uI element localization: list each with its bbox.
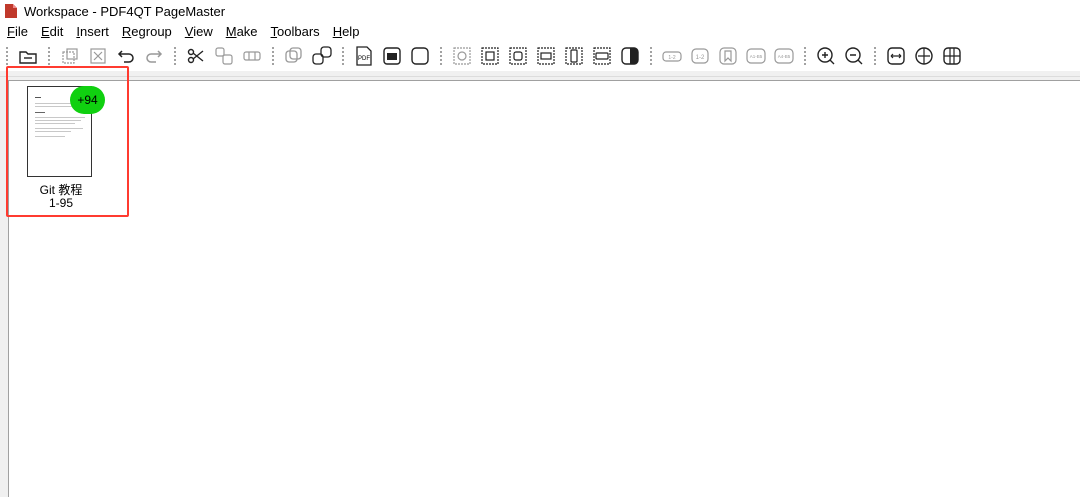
size-label-a: A1-B5 <box>750 54 763 59</box>
ungroup-icon[interactable] <box>311 45 333 67</box>
remove-selection-icon[interactable] <box>87 45 109 67</box>
window-title: Workspace - PDF4QT PageMaster <box>24 3 226 19</box>
menu-label: ake <box>236 24 258 39</box>
menu-mnemonic: V <box>184 24 194 39</box>
select-portrait-icon[interactable] <box>563 45 585 67</box>
menu-mnemonic: M <box>225 24 237 39</box>
menu-label: iew <box>193 24 213 39</box>
select-all-icon[interactable] <box>479 45 501 67</box>
cut-icon[interactable] <box>185 45 207 67</box>
zoom-out-icon[interactable] <box>843 45 865 67</box>
redo-icon[interactable] <box>143 45 165 67</box>
menu-file[interactable]: File <box>7 24 28 39</box>
selection-highlight <box>6 66 129 217</box>
menu-view[interactable]: View <box>185 24 213 39</box>
replace-selection-icon[interactable] <box>241 45 263 67</box>
menu-label: elp <box>342 24 360 39</box>
open-document-icon[interactable] <box>17 45 39 67</box>
menu-mnemonic: F <box>7 24 15 39</box>
menu-mnemonic: H <box>332 24 343 39</box>
menu-label: oolbars <box>277 24 320 39</box>
toolbar-grip[interactable] <box>649 46 653 66</box>
arrange-pages-icon[interactable]: 1-2 <box>661 45 683 67</box>
select-landscape-icon[interactable] <box>591 45 613 67</box>
menu-label: egroup <box>131 24 172 39</box>
rotate-left-icon[interactable] <box>885 45 907 67</box>
rotate-right-icon[interactable] <box>913 45 935 67</box>
undo-icon[interactable] <box>115 45 137 67</box>
svg-text:1-2: 1-2 <box>668 55 675 61</box>
workspace-area[interactable] <box>8 80 1080 497</box>
title-bar: Workspace - PDF4QT PageMaster <box>0 0 1080 22</box>
menu-mnemonic: E <box>40 24 50 39</box>
page-size-icon[interactable]: A1-B5 <box>745 45 767 67</box>
toolbar-grip[interactable] <box>803 46 807 66</box>
toolbar-grip[interactable] <box>5 46 9 66</box>
range-label: 1-2 <box>696 55 705 61</box>
toolbar-grip[interactable] <box>341 46 345 66</box>
svg-text:PDF: PDF <box>358 56 370 62</box>
menu-toolbars[interactable]: Toolbars <box>271 24 320 39</box>
menu-insert[interactable]: Insert <box>76 24 109 39</box>
menu-mnemonic: R <box>121 24 132 39</box>
menu-help[interactable]: Help <box>333 24 360 39</box>
menu-label: dit <box>49 24 64 39</box>
clone-selection-icon[interactable] <box>59 45 81 67</box>
menu-make[interactable]: Make <box>226 24 258 39</box>
zoom-in-icon[interactable] <box>815 45 837 67</box>
menu-bar: File Edit Insert Regroup View Make Toolb… <box>0 22 1080 41</box>
size-label-b: A4-B5 <box>778 54 791 59</box>
menu-label: ile <box>14 24 28 39</box>
paste-icon[interactable] <box>213 45 235 67</box>
toolbar-grip[interactable] <box>271 46 275 66</box>
menu-label: nsert <box>80 24 109 39</box>
bookmark-icon[interactable] <box>717 45 739 67</box>
toolbar-grip[interactable] <box>47 46 51 66</box>
insert-empty-page-icon[interactable] <box>409 45 431 67</box>
arrange-range-icon[interactable]: 1-2 <box>689 45 711 67</box>
insert-image-icon[interactable] <box>381 45 403 67</box>
rotate-both-icon[interactable] <box>941 45 963 67</box>
select-odd-icon[interactable] <box>535 45 557 67</box>
page-size-a4-icon[interactable]: A4-B5 <box>773 45 795 67</box>
main-toolbar: PDF 1-2 1-2 A1-B5 A4-B5 <box>0 41 1080 71</box>
insert-pdf-icon[interactable]: PDF <box>353 45 375 67</box>
select-none-icon[interactable] <box>451 45 473 67</box>
group-icon[interactable] <box>283 45 305 67</box>
toolbar-grip[interactable] <box>173 46 177 66</box>
toolbar-separator-line <box>0 76 1080 77</box>
select-even-icon[interactable] <box>507 45 529 67</box>
toolbar-grip[interactable] <box>873 46 877 66</box>
toolbar-grip[interactable] <box>439 46 443 66</box>
menu-regroup[interactable]: Regroup <box>122 24 172 39</box>
pdf-app-icon <box>5 4 17 18</box>
invert-selection-icon[interactable] <box>619 45 641 67</box>
menu-edit[interactable]: Edit <box>41 24 63 39</box>
